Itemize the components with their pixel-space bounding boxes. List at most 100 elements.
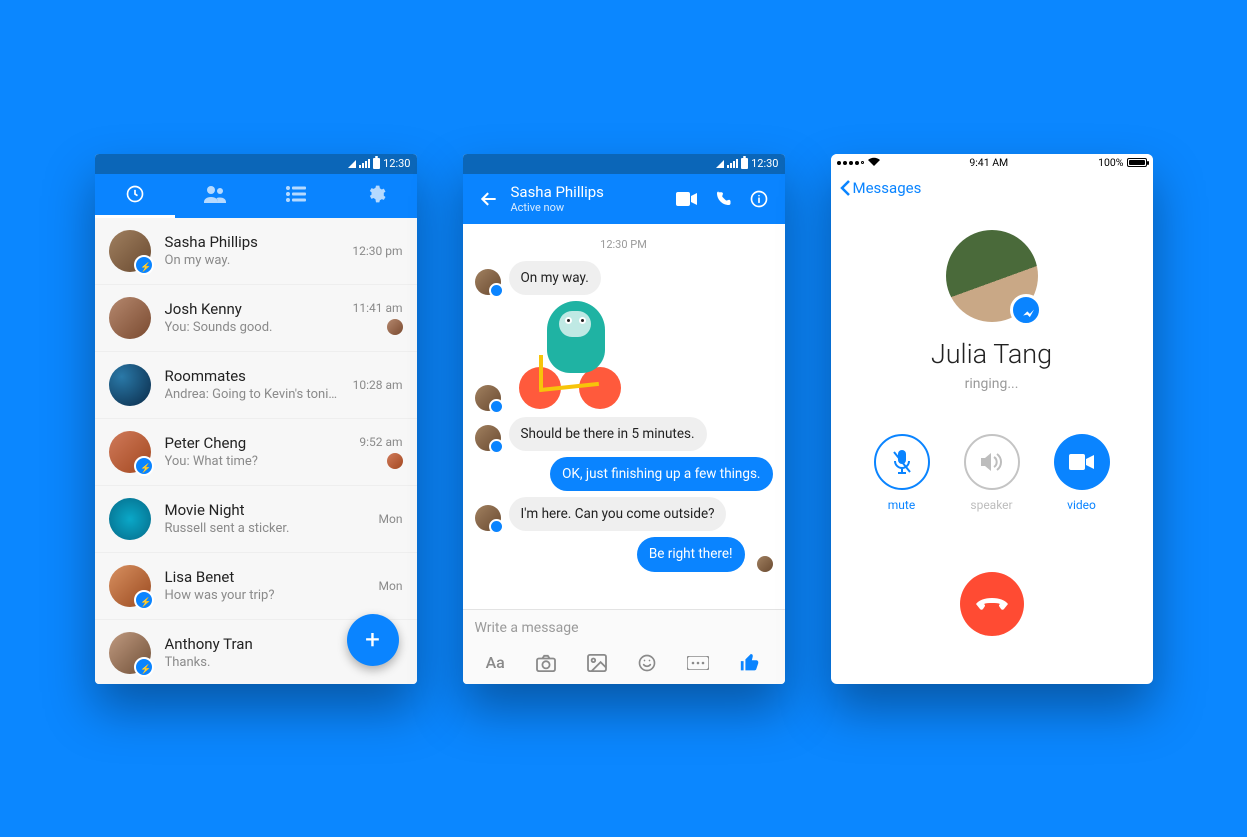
conversation-row[interactable]: Lisa BenetHow was your trip?Mon <box>95 552 417 619</box>
photo-icon[interactable] <box>587 654 607 672</box>
call-status: ringing... <box>965 376 1019 392</box>
contact-name: Sasha Phillips <box>511 183 669 201</box>
message-bubble: OK, just finishing up a few things. <box>550 457 772 491</box>
sticker <box>515 301 635 411</box>
contact-name: Julia Tang <box>931 338 1052 370</box>
wifi-icon <box>348 160 356 168</box>
conversation-time: Mon <box>379 579 403 593</box>
clock-icon <box>125 184 145 204</box>
wifi-icon <box>716 160 724 168</box>
conversation-row[interactable]: Sasha PhillipsOn my way.12:30 pm <box>95 218 417 284</box>
message-row: I'm here. Can you come outside? <box>475 497 773 531</box>
voice-call-button[interactable] <box>705 190 741 208</box>
info-icon <box>749 189 769 209</box>
thread-timestamp: 12:30 PM <box>475 238 773 251</box>
sender-avatar <box>475 269 501 295</box>
ios-status-bar: 9:41 AM 100% <box>831 154 1153 172</box>
conversation-row[interactable]: Roommates Andrea: Going to Kevin's tonigh… <box>95 351 417 418</box>
tab-recents[interactable] <box>95 174 176 218</box>
avatar <box>109 364 151 406</box>
conversation-time: 11:41 am <box>353 301 403 315</box>
conversation-title[interactable]: Sasha Phillips Active now <box>507 183 669 214</box>
speaker-icon <box>979 451 1005 473</box>
battery-icon <box>741 158 748 169</box>
tab-groups[interactable] <box>256 174 337 218</box>
message-bubble: On my way. <box>509 261 601 295</box>
chevron-left-icon <box>839 179 851 197</box>
conversation-name: Roommates <box>165 367 339 385</box>
battery-icon <box>373 158 380 169</box>
conversation-preview: You: Sounds good. <box>165 320 339 335</box>
conversation-preview: On my way. <box>165 253 339 268</box>
message-row: OK, just finishing up a few things. <box>475 457 773 491</box>
video-icon <box>676 191 698 207</box>
message-bubble: Should be there in 5 minutes. <box>509 417 707 451</box>
back-to-messages[interactable]: Messages <box>831 172 1153 204</box>
conversation-row[interactable]: Peter ChengYou: What time?9:52 am <box>95 418 417 485</box>
conversation-time: Mon <box>379 512 403 526</box>
back-label: Messages <box>853 179 922 197</box>
conversation-preview: Andrea: Going to Kevin's tonight? <box>165 387 339 402</box>
conversation-time: 10:28 am <box>353 378 403 392</box>
people-icon <box>203 184 227 204</box>
conversation-name: Josh Kenny <box>165 300 339 318</box>
seen-indicator <box>757 556 773 572</box>
sender-avatar <box>475 425 501 451</box>
speaker-label: speaker <box>970 498 1012 512</box>
conversation-name: Sasha Phillips <box>165 233 339 251</box>
conversation-preview: Russell sent a sticker. <box>165 521 365 536</box>
compose-fab[interactable]: + <box>347 614 399 666</box>
conversation-preview: How was your trip? <box>165 588 365 603</box>
sender-avatar <box>475 505 501 531</box>
like-icon[interactable] <box>739 652 761 674</box>
speaker-button[interactable]: speaker <box>964 434 1020 512</box>
seen-avatar <box>387 319 403 335</box>
composer-actions: Aa <box>463 646 785 684</box>
message-bubble: I'm here. Can you come outside? <box>509 497 727 531</box>
call-actions: mute speaker video <box>874 434 1110 512</box>
video-button[interactable]: video <box>1054 434 1110 512</box>
message-row <box>475 301 773 411</box>
video-call-button[interactable] <box>669 191 705 207</box>
gear-icon <box>366 184 386 204</box>
mute-label: mute <box>888 498 915 512</box>
battery-percent: 100% <box>1098 156 1123 169</box>
signal-icon <box>359 159 370 168</box>
status-time: 12:30 <box>383 157 410 170</box>
signal-dots-icon <box>837 161 864 165</box>
conversation-row[interactable]: Josh Kenny You: Sounds good. 11:41 am <box>95 284 417 351</box>
more-icon[interactable] <box>687 656 709 670</box>
conversation-header: Sasha Phillips Active now <box>463 174 785 224</box>
info-button[interactable] <box>741 189 777 209</box>
mute-button[interactable]: mute <box>874 434 930 512</box>
text-format-button[interactable]: Aa <box>486 653 505 672</box>
presence-status: Active now <box>511 201 669 214</box>
sender-avatar <box>475 385 501 411</box>
conversation-row[interactable]: Movie NightRussell sent a sticker.Mon <box>95 485 417 552</box>
android-status-bar: 12:30 <box>463 154 785 174</box>
avatar <box>109 431 151 473</box>
camera-icon[interactable] <box>535 654 557 672</box>
status-time: 9:41 AM <box>969 156 1008 169</box>
conversation-time: 9:52 am <box>359 435 402 449</box>
tab-settings[interactable] <box>336 174 417 218</box>
battery-icon <box>1127 158 1147 167</box>
hang-up-button[interactable] <box>960 572 1024 636</box>
message-input[interactable]: Write a message <box>463 610 785 646</box>
video-icon <box>1069 453 1095 471</box>
wifi-icon <box>868 156 880 169</box>
conversation-list-screen: 12:30 Sasha PhillipsOn my way.12:30 pmJo… <box>95 154 417 684</box>
phone-icon <box>714 190 732 208</box>
tab-people[interactable] <box>175 174 256 218</box>
back-button[interactable] <box>471 189 507 209</box>
avatar <box>109 498 151 540</box>
hang-up-icon <box>975 596 1009 612</box>
top-tabs <box>95 174 417 218</box>
signal-icon <box>727 159 738 168</box>
messenger-badge-icon <box>1019 303 1039 323</box>
conversation-screen: 12:30 Sasha Phillips Active now 12:30 PM… <box>463 154 785 684</box>
video-label: video <box>1067 498 1096 512</box>
avatar <box>109 297 151 339</box>
message-row: Should be there in 5 minutes. <box>475 417 773 451</box>
emoji-icon[interactable] <box>637 653 657 673</box>
